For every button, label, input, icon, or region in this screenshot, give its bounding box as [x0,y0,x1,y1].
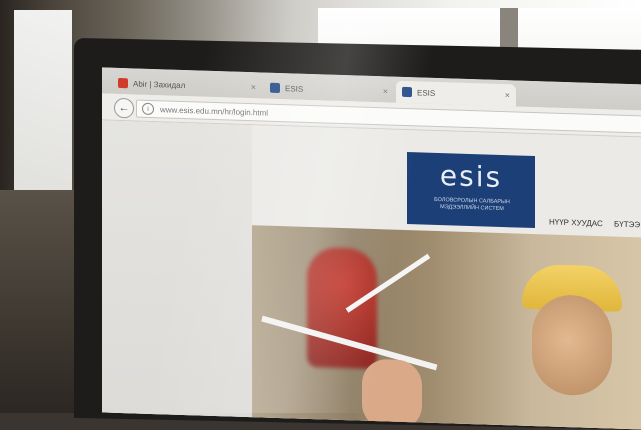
url-text: www.esis.edu.mn/hr/login.html [160,104,269,118]
info-icon[interactable]: i [142,102,154,116]
web-page: esis БОЛОВСРОЛЫН САЛБАРЫН МЭДЭЭЛЛИЙН СИС… [102,120,641,430]
nav-structure[interactable]: БҮТЭЭ [614,220,640,230]
back-arrow-icon: ← [118,101,130,115]
tab-label: Abir | Захидал [133,78,186,90]
desk-background [0,190,80,413]
logo-subtitle: БОЛОВСРОЛЫН САЛБАРЫН МЭДЭЭЛЛИЙН СИСТЕМ [434,196,510,213]
child-face [532,293,612,397]
hero-photo [252,225,641,430]
hand [362,358,422,430]
tab-label: ESIS [417,87,436,98]
close-icon[interactable]: × [383,86,388,96]
back-button[interactable]: ← [114,97,134,119]
close-icon[interactable]: × [251,82,256,92]
page-left-strip [102,120,252,426]
mail-icon [118,77,128,89]
close-icon[interactable]: × [505,90,510,100]
esis-icon [270,82,280,94]
window-light [14,10,72,210]
esis-icon [402,86,412,98]
browser-window: Abir | Захидал × ESIS × ESIS × ← i www.e… [102,67,641,430]
esis-logo[interactable]: esis БОЛОВСРОЛЫН САЛБАРЫН МЭДЭЭЛЛИЙН СИС… [407,152,535,229]
tab-label: ESIS [285,83,304,94]
logo-text: esis [439,159,503,195]
nav-home[interactable]: НҮҮР ХУУДАС [549,217,603,228]
